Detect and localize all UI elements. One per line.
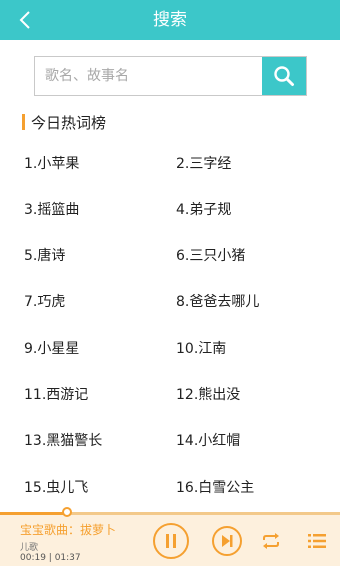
mini-player: 宝宝歌曲：拔萝卜 儿歌 00:19 | 01:37 (0, 507, 340, 566)
hot-word-item[interactable]: 1.小苹果 (24, 153, 79, 173)
hot-word-item[interactable]: 8.爸爸去哪儿 (176, 291, 259, 311)
progress-knob[interactable] (61, 507, 72, 517)
hot-words-title: 今日热词榜 (31, 113, 107, 132)
now-playing-category: 儿歌 (20, 543, 39, 553)
pause-button[interactable] (153, 523, 189, 559)
repeat-button[interactable] (258, 528, 284, 554)
top-bar: 搜索 (0, 0, 340, 40)
hot-word-item[interactable]: 9.小星星 (24, 338, 79, 358)
search-button[interactable] (262, 57, 306, 95)
pause-icon (166, 534, 176, 548)
next-track-button[interactable] (212, 526, 242, 556)
hot-words-header: 今日热词榜 (22, 113, 107, 132)
hot-word-item[interactable]: 7.巧虎 (24, 291, 65, 311)
hot-word-item[interactable]: 6.三只小猪 (176, 245, 245, 265)
hot-word-item[interactable]: 10.江南 (176, 338, 226, 358)
progress-fill (0, 512, 67, 515)
hot-word-item[interactable]: 5.唐诗 (24, 245, 65, 265)
search-icon (274, 66, 294, 86)
hot-word-item[interactable]: 3.摇篮曲 (24, 199, 79, 219)
hot-word-item[interactable]: 16.白雪公主 (176, 477, 254, 497)
hot-word-item[interactable]: 13.黑猫警长 (24, 430, 102, 450)
playlist-button[interactable] (304, 528, 330, 554)
hot-word-item[interactable]: 11.西游记 (24, 384, 88, 404)
hot-word-item[interactable]: 14.小红帽 (176, 430, 240, 450)
search-box (34, 56, 307, 96)
playlist-icon (308, 534, 326, 548)
next-track-icon (222, 535, 233, 547)
now-playing-title[interactable]: 宝宝歌曲：拔萝卜 (20, 521, 116, 538)
page-title: 搜索 (153, 10, 187, 30)
search-input[interactable] (35, 57, 265, 95)
section-accent-bar (22, 114, 25, 130)
hot-word-item[interactable]: 15.虫儿飞 (24, 477, 88, 497)
hot-word-item[interactable]: 2.三字经 (176, 153, 231, 173)
hot-word-item[interactable]: 12.熊出没 (176, 384, 240, 404)
progress-bar[interactable] (0, 507, 340, 517)
hot-word-item[interactable]: 4.弟子规 (176, 199, 231, 219)
playback-time: 00:19 | 01:37 (20, 553, 81, 563)
repeat-icon (263, 533, 279, 549)
